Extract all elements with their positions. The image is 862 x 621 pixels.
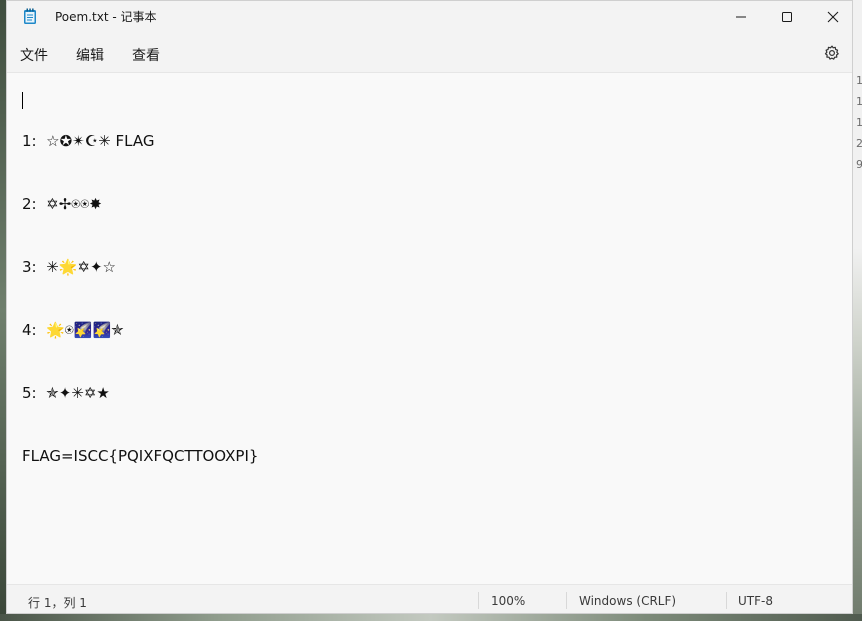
gear-icon[interactable] (823, 44, 841, 62)
cursor-position: 行 1，列 1 (28, 596, 87, 610)
status-divider (478, 592, 479, 609)
text-editor[interactable]: 1: ☆✪✴☪✳ FLAG 2: ✡✢⍟⍟✸ 3: ✳🌟✡✦☆ 4: 🌟⍟🌠🌠✯… (7, 73, 852, 583)
text-encoding[interactable]: UTF-8 (738, 594, 773, 608)
menu-edit[interactable]: 编辑 (76, 45, 104, 65)
text-line: 4: 🌟⍟🌠🌠✯ (22, 321, 124, 339)
text-line: 5: ✯✦✳✡★ (22, 384, 110, 402)
background-window-edge: 1 1 1 2 9 (853, 0, 862, 621)
close-button[interactable] (810, 1, 852, 33)
minimize-icon (736, 16, 746, 18)
status-divider (566, 592, 567, 609)
background-glyph: 9 (856, 158, 862, 171)
status-divider (726, 592, 727, 609)
background-glyph: 1 (856, 74, 862, 87)
background-glyph: 2 (856, 137, 862, 150)
document-text[interactable]: 1: ☆✪✴☪✳ FLAG 2: ✡✢⍟⍟✸ 3: ✳🌟✡✦☆ 4: 🌟⍟🌠🌠✯… (22, 89, 842, 509)
menu-bar: 文件 编辑 查看 (7, 33, 852, 73)
zoom-level[interactable]: 100% (491, 594, 525, 608)
menu-file[interactable]: 文件 (20, 45, 48, 65)
background-glyph: 1 (856, 116, 862, 129)
notepad-icon (24, 8, 36, 24)
text-line: 3: ✳🌟✡✦☆ (22, 258, 116, 276)
text-line: 1: ☆✪✴☪✳ FLAG (22, 132, 155, 150)
menu-view[interactable]: 查看 (132, 45, 160, 65)
text-line: FLAG=ISCC{PQIXFQCTTOOXPI} (22, 447, 259, 465)
maximize-icon (782, 12, 792, 22)
maximize-button[interactable] (764, 1, 810, 33)
close-icon (827, 11, 839, 23)
background-glyph: 1 (856, 95, 862, 108)
line-ending[interactable]: Windows (CRLF) (579, 594, 676, 608)
text-line: 2: ✡✢⍟⍟✸ (22, 195, 102, 213)
title-bar[interactable]: Poem.txt - 记事本 (7, 1, 852, 33)
desktop-background-bottom (0, 614, 862, 621)
window-title: Poem.txt - 记事本 (55, 10, 157, 24)
status-bar: 行 1，列 1 100% Windows (CRLF) UTF-8 (7, 584, 852, 613)
notepad-window: Poem.txt - 记事本 文件 编辑 查看 1: ☆✪✴☪✳ FLAG 2:… (6, 0, 853, 614)
minimize-button[interactable] (718, 1, 764, 33)
